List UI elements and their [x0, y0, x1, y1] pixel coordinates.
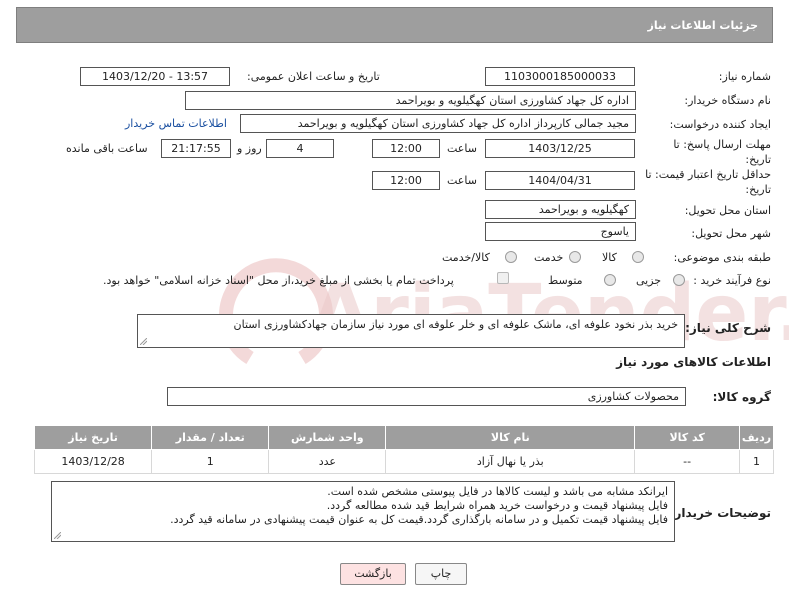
- buyer-contact-link[interactable]: اطلاعات تماس خریدار: [125, 117, 227, 130]
- process-minor-label: جزیی: [636, 274, 662, 287]
- description-label: شرح کلی نیاز:: [685, 321, 771, 335]
- cell-qty: 1: [151, 449, 270, 474]
- deadline-label: مهلت ارسال پاسخ: تا تاریخ:: [673, 138, 771, 166]
- province-label: استان محل تحویل:: [684, 204, 771, 217]
- need-number-field: 1103000185000033: [485, 67, 635, 86]
- buyer-notes-line: فایل پیشنهاد قیمت و درخواست خرید همراه ش…: [326, 499, 668, 512]
- buyer-org-label: نام دستگاه خریدار:: [684, 94, 771, 107]
- description-textarea: خرید بذر نخود علوفه ای، ماشک علوفه ای و …: [137, 314, 685, 348]
- category-label: طبقه بندی موضوعی:: [673, 251, 771, 264]
- category-both-radio[interactable]: [505, 251, 517, 263]
- col-name: نام کالا: [385, 425, 636, 450]
- cell-unit: عدد: [268, 449, 387, 474]
- print-button[interactable]: چاپ: [415, 563, 467, 585]
- col-date: تاریخ نیاز: [33, 425, 153, 450]
- deadline-date-field: 1403/12/25: [485, 139, 635, 158]
- requester-label: ایجاد کننده درخواست:: [669, 118, 771, 131]
- city-label: شهر محل تحویل:: [691, 227, 771, 240]
- deadline-time-label: ساعت: [447, 142, 477, 155]
- process-medium-label: متوسط: [548, 274, 583, 287]
- announce-date-field: 1403/12/20 - 13:57: [80, 67, 230, 86]
- category-service-label: خدمت: [534, 251, 564, 264]
- days-label: روز و: [237, 142, 262, 155]
- buyer-notes-line: فایل پیشنهاد قیمت تکمیل و در سامانه بارگ…: [170, 513, 668, 526]
- cell-index: 1: [738, 449, 775, 474]
- requester-field: مجید جمالی کارپرداز اداره کل جهاد کشاورز…: [240, 114, 636, 133]
- cell-name: بذر یا نهال آزاد: [385, 449, 636, 474]
- need-number-label: شماره نیاز:: [718, 70, 771, 83]
- goods-group-field: محصولات کشاورزی: [167, 387, 686, 406]
- col-qty: تعداد / مقدار: [151, 425, 270, 450]
- category-goods-label: کالا: [602, 251, 617, 264]
- validity-time-field: 12:00: [372, 171, 440, 190]
- goods-table-header: ردیف کد کالا نام کالا واحد شمارش تعداد /…: [33, 425, 775, 450]
- cell-code: --: [634, 449, 740, 474]
- category-service-radio[interactable]: [569, 251, 581, 263]
- cell-date: 1403/12/28: [33, 449, 153, 474]
- resize-grip-icon: [54, 532, 61, 539]
- treasury-payment-checkbox[interactable]: [497, 272, 509, 284]
- buyer-notes-textarea: ایرانکد مشابه می باشد و لیست کالاها در ف…: [51, 481, 675, 542]
- announce-label: تاریخ و ساعت اعلان عمومی:: [247, 70, 380, 83]
- remaining-time-field: 21:17:55: [161, 139, 231, 158]
- buyer-notes-line: ایرانکد مشابه می باشد و لیست کالاها در ف…: [327, 485, 668, 498]
- back-button[interactable]: بازگشت: [340, 563, 406, 585]
- category-both-label: کالا/خدمت: [442, 251, 490, 264]
- category-goods-radio[interactable]: [632, 251, 644, 263]
- deadline-time-field: 12:00: [372, 139, 440, 158]
- col-code: کد کالا: [634, 425, 740, 450]
- days-remaining-field: 4: [266, 139, 334, 158]
- process-minor-radio[interactable]: [673, 274, 685, 286]
- process-label: نوع فرآیند خرید :: [693, 274, 771, 287]
- table-row: 1 -- بذر یا نهال آزاد عدد 1 1403/12/28: [33, 449, 775, 474]
- validity-date-field: 1404/04/31: [485, 171, 635, 190]
- resize-grip-icon: [140, 338, 147, 345]
- validity-label: حداقل تاریخ اعتبار قیمت: تا تاریخ:: [645, 168, 771, 196]
- remaining-time-label: ساعت باقی مانده: [66, 142, 148, 155]
- col-unit: واحد شمارش: [268, 425, 387, 450]
- validity-time-label: ساعت: [447, 174, 477, 187]
- province-field: کهگیلویه و بویراحمد: [485, 200, 636, 219]
- buyer-notes-label: توضیحات خریدار:: [669, 506, 771, 520]
- process-medium-radio[interactable]: [604, 274, 616, 286]
- goods-group-label: گروه کالا:: [712, 390, 771, 404]
- treasury-payment-note: پرداخت تمام یا بخشی از مبلغ خرید،از محل …: [103, 274, 454, 287]
- header-panel: جزئیات اطلاعات نیاز: [16, 7, 773, 43]
- goods-section-title: اطلاعات کالاهای مورد نیاز: [616, 355, 771, 369]
- col-index: ردیف: [738, 425, 775, 450]
- city-field: یاسوج: [485, 222, 636, 241]
- page-title: جزئیات اطلاعات نیاز: [647, 19, 759, 32]
- buyer-org-field: اداره کل جهاد کشاورزی استان کهگیلویه و ب…: [185, 91, 636, 110]
- goods-table: ردیف کد کالا نام کالا واحد شمارش تعداد /…: [33, 425, 775, 474]
- description-text: خرید بذر نخود علوفه ای، ماشک علوفه ای و …: [233, 318, 678, 331]
